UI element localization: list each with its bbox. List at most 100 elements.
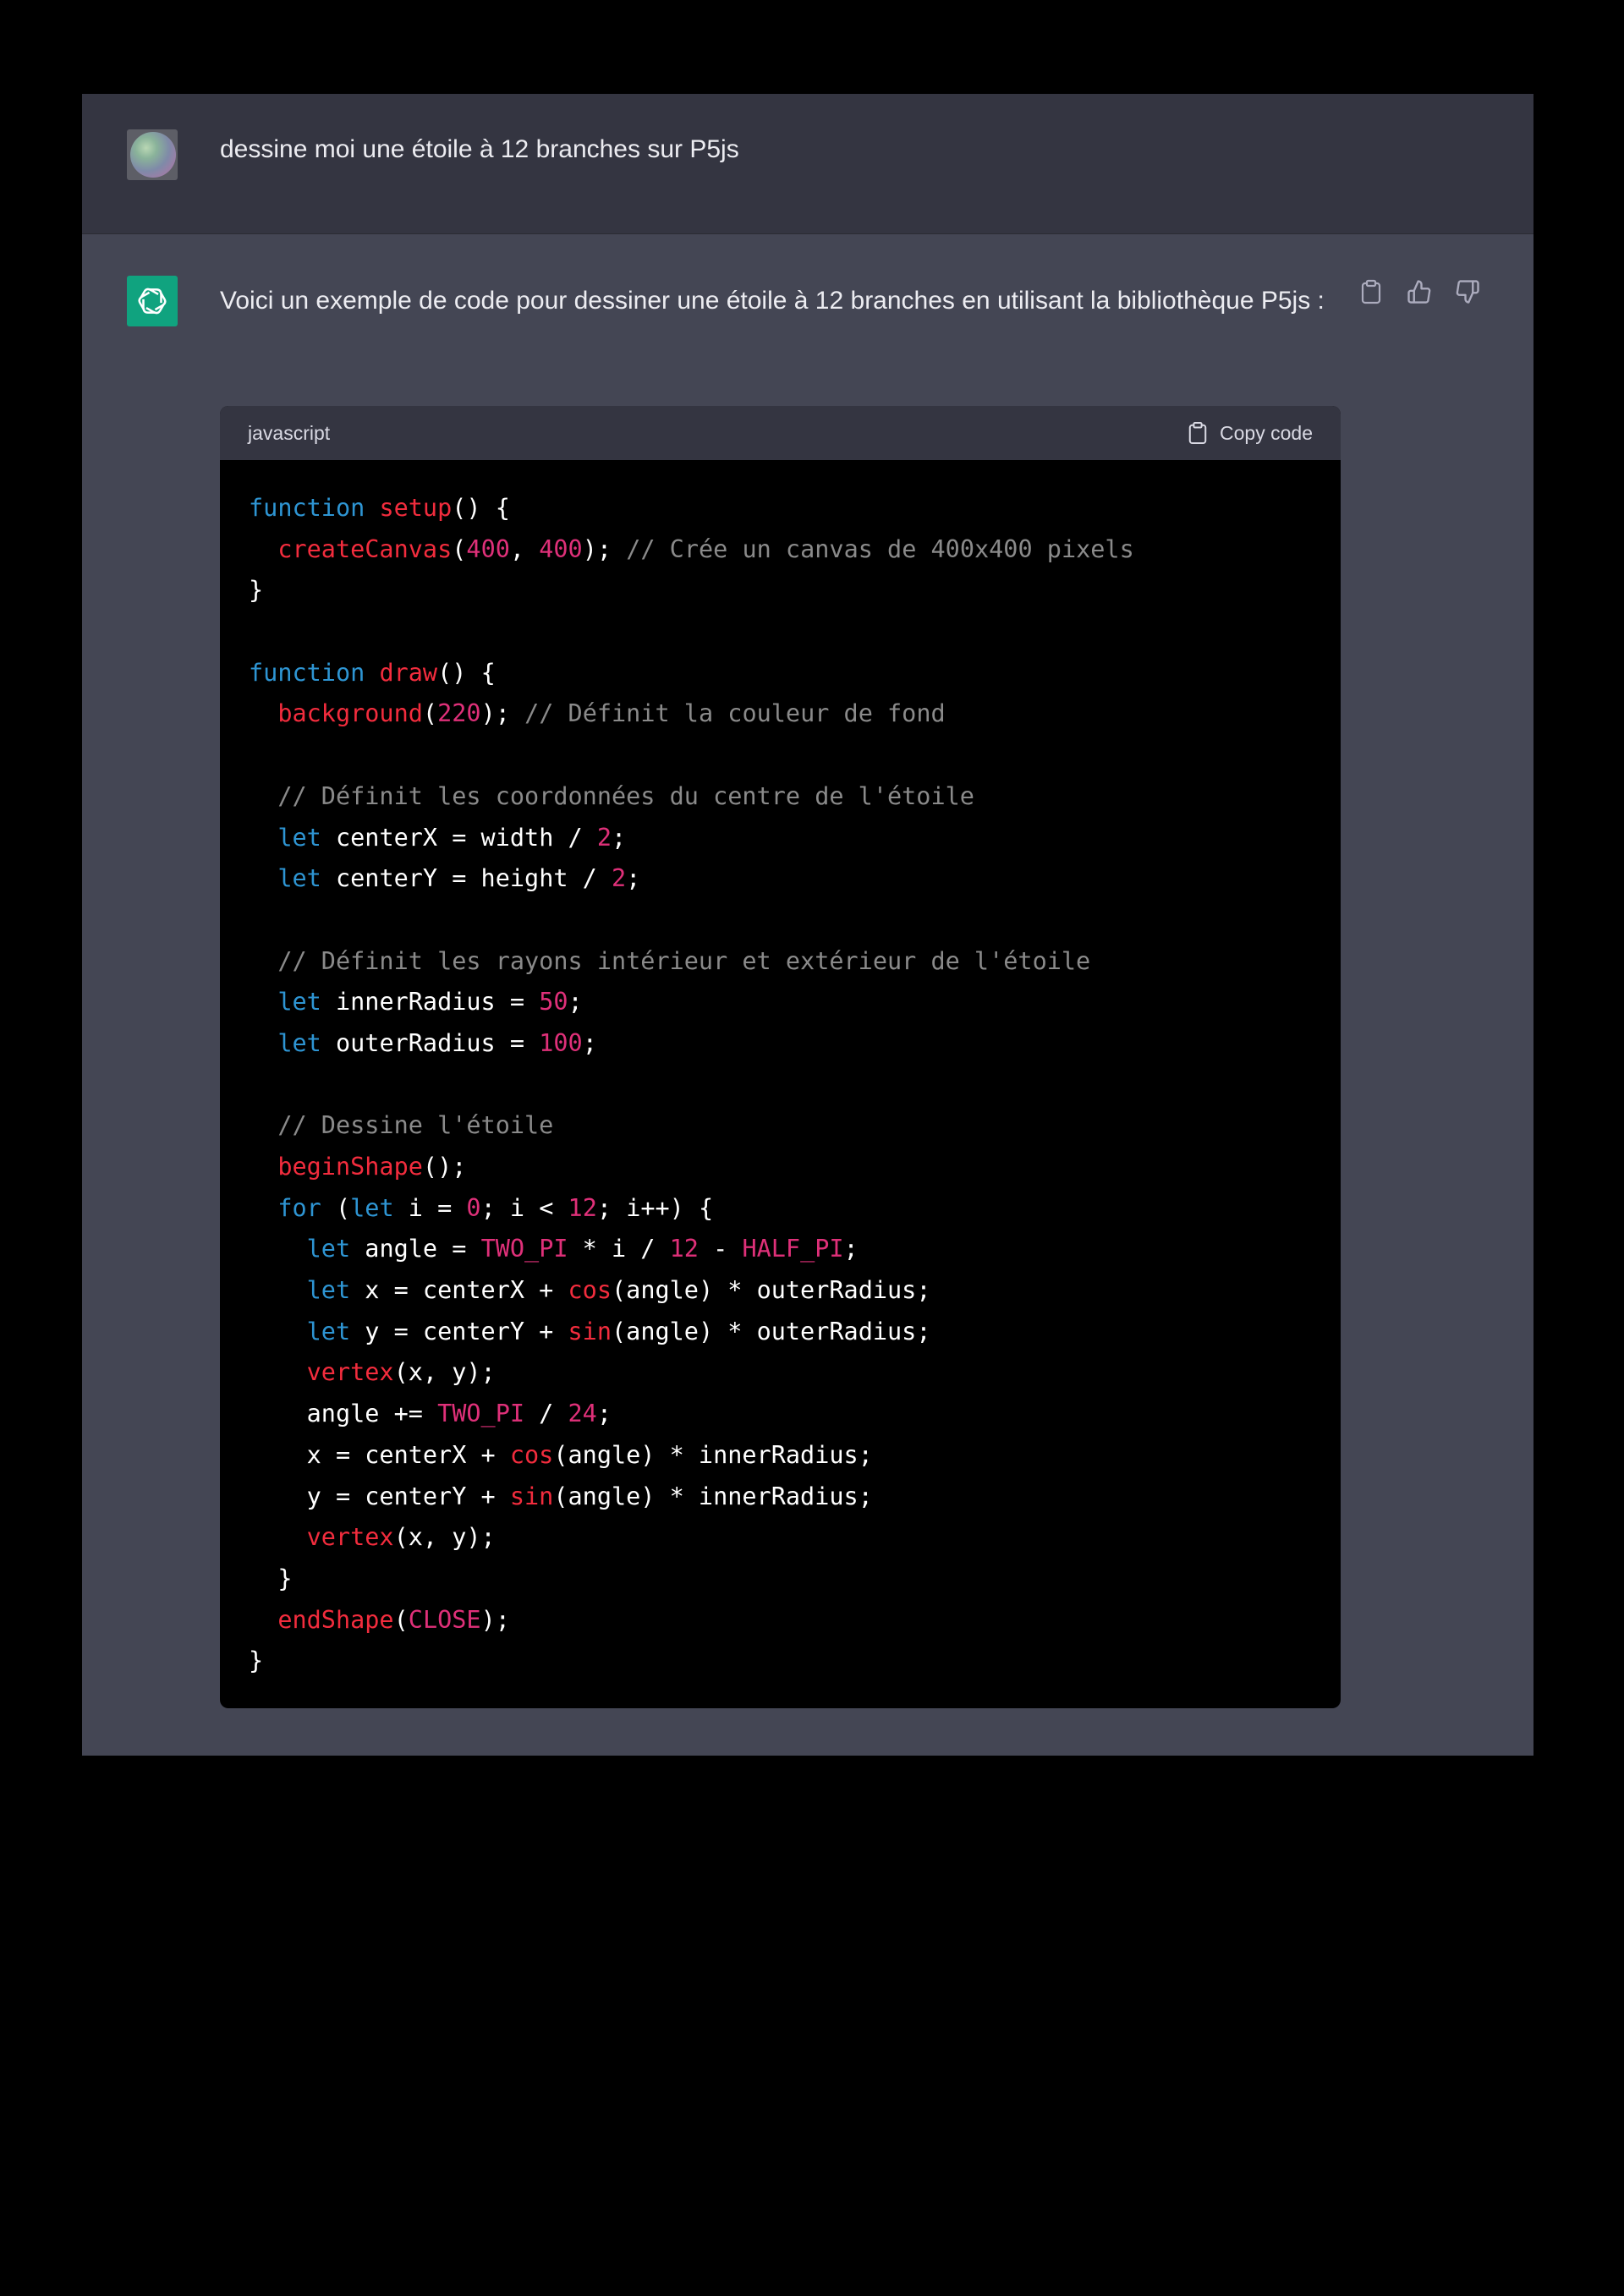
- code-text: /: [524, 1400, 568, 1428]
- code-keyword: let: [277, 864, 321, 893]
- code-keyword: let: [277, 823, 321, 852]
- code-text: ; i <: [480, 1193, 568, 1222]
- code-keyword: let: [306, 1317, 351, 1345]
- code-line: // Définit les rayons intérieur et extér…: [249, 941, 1312, 983]
- code-function: createCanvas: [277, 534, 453, 563]
- code-text: (: [321, 1193, 351, 1222]
- code-number: 400: [466, 534, 510, 563]
- code-line: background(220); // Définit la couleur d…: [249, 693, 1312, 735]
- assistant-message-row: Voici un exemple de code pour dessiner u…: [82, 234, 1533, 1756]
- code-constant: TWO_PI: [480, 1235, 568, 1263]
- code-text: }: [249, 1647, 264, 1675]
- code-function: endShape: [277, 1605, 394, 1634]
- copy-code-button[interactable]: Copy code: [1188, 421, 1313, 445]
- thumbs-down-icon: [1456, 280, 1479, 304]
- code-text: y = centerY +: [350, 1317, 568, 1345]
- code-function: cos: [509, 1440, 554, 1469]
- assistant-intro-text: Voici un exemple de code pour dessiner u…: [220, 287, 1325, 315]
- code-function: sin: [568, 1317, 612, 1345]
- code-line: // Dessine l'étoile: [249, 1105, 1312, 1147]
- code-function: draw: [379, 658, 438, 687]
- copy-message-button[interactable]: [1358, 278, 1385, 305]
- code-comment: // Dessine l'étoile: [277, 1111, 554, 1140]
- code-text: ();: [422, 1153, 467, 1181]
- code-text: x = centerX +: [249, 1440, 510, 1469]
- thumbs-down-button[interactable]: [1454, 278, 1481, 305]
- code-block: javascript Copy code function setup() { …: [220, 406, 1341, 1708]
- openai-logo-icon: [127, 276, 178, 326]
- code-text: i =: [393, 1193, 467, 1222]
- code-line: angle += TWO_PI / 24;: [249, 1394, 1312, 1435]
- code-text: (: [422, 699, 438, 728]
- code-line: }: [249, 1559, 1312, 1600]
- clipboard-icon: [1188, 421, 1207, 445]
- code-language-label: javascript: [248, 421, 331, 444]
- chat-thread: dessine moi une étoile à 12 branches sur…: [82, 94, 1533, 1756]
- code-text: ,: [509, 534, 540, 563]
- code-function: setup: [379, 494, 453, 522]
- code-line: createCanvas(400, 400); // Crée un canva…: [249, 529, 1312, 571]
- code-number: 220: [437, 699, 481, 728]
- code-line: let angle = TWO_PI * i / 12 - HALF_PI;: [249, 1229, 1312, 1270]
- code-line: vertex(x, y);: [249, 1517, 1312, 1559]
- code-constant: HALF_PI: [742, 1235, 844, 1263]
- code-content: function setup() { createCanvas(400, 400…: [220, 460, 1341, 1682]
- code-text: centerY = height /: [321, 864, 612, 893]
- code-constant: TWO_PI: [437, 1400, 525, 1428]
- user-message-text: dessine moi une étoile à 12 branches sur…: [220, 135, 739, 163]
- code-text: (: [452, 534, 467, 563]
- code-text: ;: [596, 1400, 612, 1428]
- code-line: let centerX = width / 2;: [249, 818, 1312, 859]
- code-text: (angle) * innerRadius;: [553, 1440, 873, 1469]
- code-text: (angle) * outerRadius;: [612, 1276, 931, 1305]
- code-constant: CLOSE: [408, 1605, 481, 1634]
- code-function: sin: [509, 1482, 554, 1510]
- code-line: }: [249, 570, 1312, 611]
- code-text: ;: [626, 864, 641, 893]
- code-function: vertex: [306, 1523, 394, 1552]
- code-text: (x, y);: [393, 1523, 496, 1552]
- code-line: let centerY = height / 2;: [249, 858, 1312, 900]
- code-line: let x = centerX + cos(angle) * outerRadi…: [249, 1270, 1312, 1312]
- code-block-header: javascript Copy code: [220, 406, 1341, 460]
- code-text: (: [393, 1605, 409, 1634]
- code-text: ;: [843, 1235, 859, 1263]
- code-text: ;: [582, 1028, 597, 1057]
- code-text: angle +=: [249, 1400, 438, 1428]
- code-number: 12: [669, 1235, 699, 1263]
- code-text: centerX = width /: [321, 823, 597, 852]
- code-text: x = centerX +: [350, 1276, 568, 1305]
- code-comment: // Définit les coordonnées du centre de …: [277, 781, 974, 810]
- code-line: endShape(CLOSE);: [249, 1600, 1312, 1641]
- code-text: () {: [452, 494, 510, 522]
- code-keyword: for: [277, 1193, 321, 1222]
- code-line: y = centerY + sin(angle) * innerRadius;: [249, 1477, 1312, 1518]
- code-number: 2: [596, 823, 612, 852]
- code-line: // Définit les coordonnées du centre de …: [249, 776, 1312, 818]
- code-line: let y = centerY + sin(angle) * outerRadi…: [249, 1312, 1312, 1353]
- code-line: function setup() {: [249, 488, 1312, 529]
- code-line: beginShape();: [249, 1147, 1312, 1188]
- code-keyword: let: [277, 988, 321, 1016]
- thumbs-up-button[interactable]: [1406, 278, 1433, 305]
- code-keyword: let: [277, 1028, 321, 1057]
- code-comment: // Définit les rayons intérieur et extér…: [277, 946, 1091, 975]
- code-text: * i /: [568, 1235, 670, 1263]
- code-keyword: let: [306, 1235, 351, 1263]
- code-text: );: [480, 699, 525, 728]
